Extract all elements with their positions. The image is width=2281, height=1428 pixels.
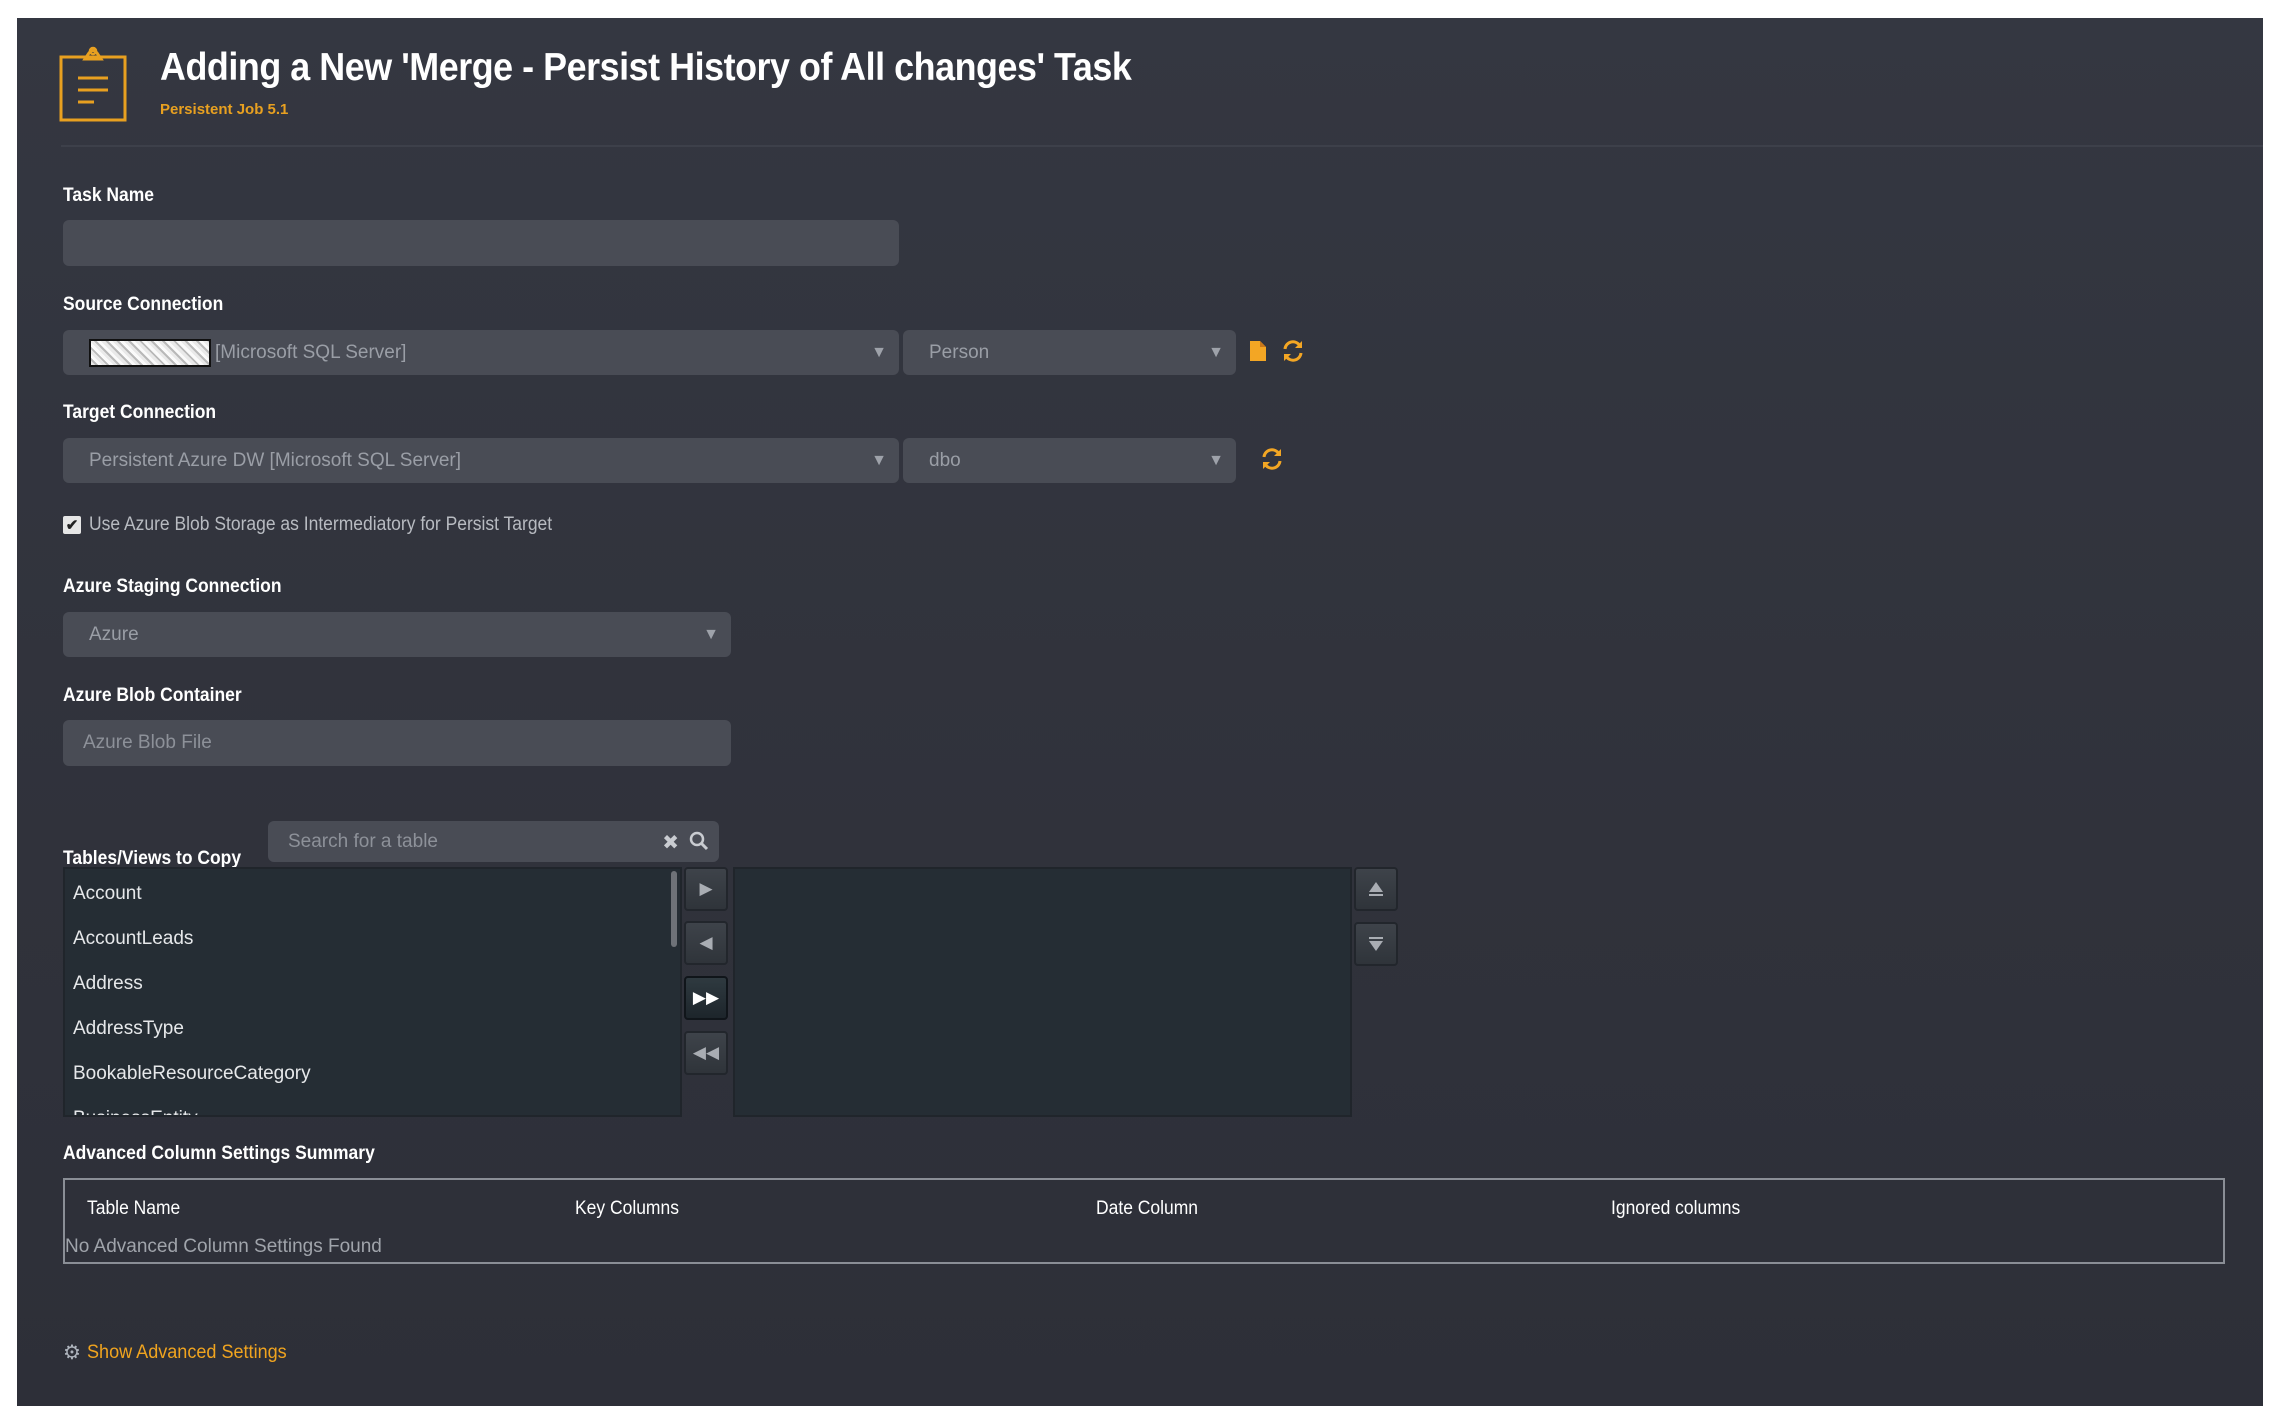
target-connection-value: Persistent Azure DW [Microsoft SQL Serve… [89, 449, 462, 471]
move-to-top-icon [1369, 882, 1383, 896]
chevron-down-icon: ▼ [871, 451, 887, 469]
chevron-down-icon: ▼ [1208, 451, 1224, 469]
column-header-date-column: Date Column [1096, 1198, 1199, 1219]
clear-search-icon[interactable]: ✖ [662, 830, 679, 855]
azure-staging-value: Azure [89, 623, 139, 645]
search-icon[interactable] [689, 831, 709, 851]
move-all-right-button[interactable]: ▶▶ [684, 976, 728, 1020]
azure-blob-field[interactable] [63, 720, 731, 766]
file-icon[interactable] [1249, 340, 1267, 362]
move-down-button[interactable] [1354, 922, 1398, 966]
move-to-bottom-icon [1369, 937, 1383, 951]
advanced-summary-label: Advanced Column Settings Summary [63, 1143, 375, 1164]
table-list-item[interactable]: AccountLeads [65, 916, 680, 961]
header-divider [61, 145, 2263, 147]
chevron-down-icon: ▼ [703, 625, 719, 643]
available-list-scrollbar[interactable] [671, 871, 677, 947]
page-subtitle: Persistent Job 5.1 [160, 101, 289, 118]
refresh-icon[interactable] [1260, 448, 1284, 470]
move-left-button[interactable]: ◀ [684, 921, 728, 965]
column-header-ignored-columns: Ignored columns [1611, 1198, 1741, 1219]
double-caret-right-icon: ▶▶ [692, 988, 720, 1007]
move-up-button[interactable] [1354, 867, 1398, 911]
source-schema-value: Person [929, 341, 990, 363]
table-list-item[interactable]: Account [65, 871, 680, 916]
target-schema-value: dbo [929, 449, 961, 471]
double-caret-left-icon: ◀◀ [692, 1043, 720, 1062]
target-connection-select[interactable]: Persistent Azure DW [Microsoft SQL Serve… [63, 438, 899, 483]
selected-tables-list[interactable] [733, 867, 1352, 1117]
azure-staging-select[interactable]: Azure ▼ [63, 612, 731, 657]
use-blob-checkbox-label: Use Azure Blob Storage as Intermediatory… [89, 514, 553, 535]
refresh-icon[interactable] [1281, 340, 1305, 362]
chevron-down-icon: ▼ [871, 343, 887, 361]
target-connection-label: Target Connection [63, 402, 217, 423]
gear-icon: ⚙ [63, 1342, 81, 1364]
task-dialog: Adding a New 'Merge - Persist History of… [17, 18, 2263, 1406]
source-schema-select[interactable]: Person ▼ [903, 330, 1236, 375]
use-blob-checkbox-row[interactable]: ✔ Use Azure Blob Storage as Intermediato… [63, 514, 592, 536]
table-list-item[interactable]: BookableResourceCategory [65, 1051, 680, 1096]
table-list-item[interactable]: BusinessEntity [65, 1096, 680, 1116]
caret-right-icon: ▶ [699, 879, 713, 898]
table-list-item[interactable]: AddressType [65, 1006, 680, 1051]
table-search-input[interactable] [288, 830, 648, 853]
advanced-summary-table: Table Name Key Columns Date Column Ignor… [63, 1178, 2225, 1264]
table-list-item[interactable]: Address [65, 961, 680, 1006]
task-name-input[interactable] [89, 232, 899, 254]
available-tables-list[interactable]: Account AccountLeads Address AddressType Boo… [63, 867, 682, 1117]
clipboard-icon [59, 46, 127, 122]
show-advanced-settings-link[interactable]: ⚙ Show Advanced Settings [63, 1340, 297, 1365]
caret-left-icon: ◀ [699, 933, 713, 952]
move-all-left-button[interactable]: ◀◀ [684, 1031, 728, 1075]
azure-blob-input[interactable] [83, 732, 731, 754]
source-connection-select[interactable]: [Microsoft SQL Server] ▼ [63, 330, 899, 375]
column-header-key-columns: Key Columns [575, 1198, 679, 1219]
empty-message: No Advanced Column Settings Found [65, 1236, 382, 1257]
page-title: Adding a New 'Merge - Persist History of… [160, 46, 1132, 89]
task-name-label: Task Name [63, 185, 155, 206]
source-connection-label: Source Connection [63, 294, 224, 315]
move-right-button[interactable]: ▶ [684, 867, 728, 911]
task-name-field[interactable] [63, 220, 899, 266]
column-header-table-name: Table Name [87, 1198, 181, 1219]
azure-staging-label: Azure Staging Connection [63, 576, 282, 597]
chevron-down-icon: ▼ [1208, 343, 1224, 361]
azure-blob-label: Azure Blob Container [63, 685, 242, 706]
target-schema-select[interactable]: dbo ▼ [903, 438, 1236, 483]
source-connection-value: [Microsoft SQL Server] [215, 341, 407, 363]
use-blob-checkbox[interactable]: ✔ [63, 516, 81, 534]
table-search-field[interactable]: ✖ [268, 821, 719, 862]
redacted-connection-name [89, 338, 211, 367]
show-advanced-settings-label: Show Advanced Settings [86, 1341, 287, 1363]
